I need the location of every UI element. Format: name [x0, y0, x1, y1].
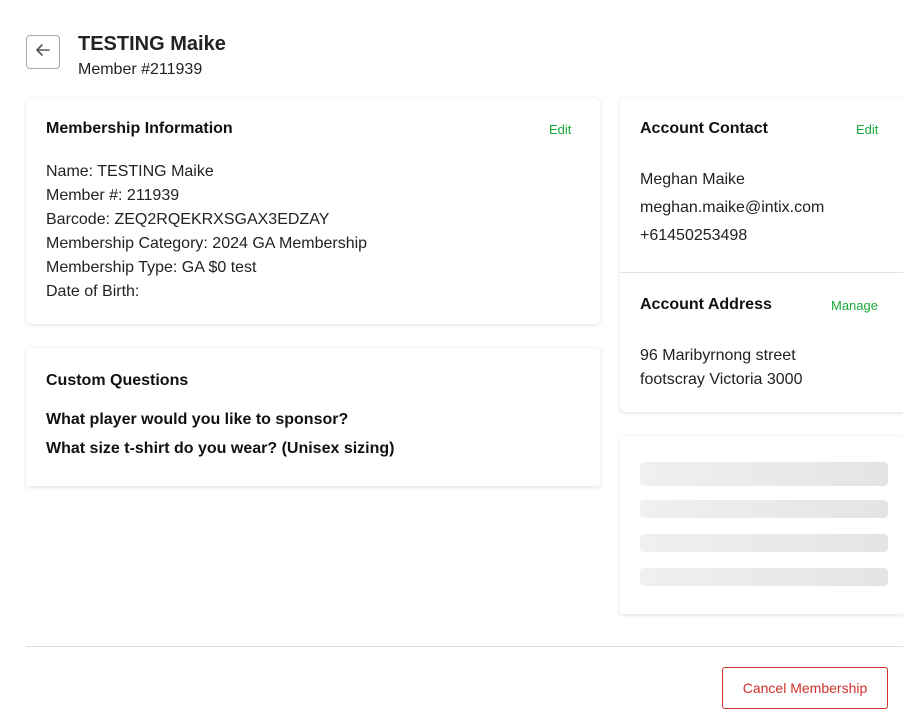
- loading-skeleton-card: [620, 436, 903, 614]
- date-of-birth-line: Date of Birth:: [46, 283, 140, 300]
- membership-information-card: Membership Information Edit Name: TESTIN…: [26, 98, 600, 324]
- member-detail-page: TESTING Maike Member #211939 Membership …: [0, 0, 903, 724]
- account-card: Account Contact Edit Meghan Maike meghan…: [620, 98, 903, 412]
- address-line-1: 96 Maribyrnong street: [640, 347, 796, 364]
- contact-email: meghan.maike@intix.com: [640, 199, 825, 216]
- cancel-membership-button[interactable]: Cancel Membership: [722, 667, 888, 709]
- arrow-left-icon: [34, 41, 52, 64]
- contact-phone: +61450253498: [640, 227, 748, 244]
- account-contact-title: Account Contact: [640, 120, 768, 137]
- question-sponsor-player: What player would you like to sponsor?: [46, 411, 349, 428]
- membership-information-title: Membership Information: [46, 120, 233, 137]
- skeleton-bar: [640, 568, 888, 586]
- account-section-divider: [620, 272, 903, 273]
- back-button[interactable]: [26, 35, 60, 69]
- address-line-2: footscray Victoria 3000: [640, 371, 803, 388]
- account-address-title: Account Address: [640, 296, 772, 313]
- contact-name: Meghan Maike: [640, 171, 745, 188]
- custom-questions-title: Custom Questions: [46, 372, 189, 389]
- skeleton-bar: [640, 534, 888, 552]
- page-title: TESTING Maike: [78, 33, 226, 55]
- skeleton-bar: [640, 500, 888, 518]
- member-name-line: Name: TESTING Maike: [46, 163, 214, 180]
- member-number-line: Member #: 211939: [46, 187, 180, 204]
- edit-membership-link[interactable]: Edit: [549, 122, 571, 138]
- membership-category-line: Membership Category: 2024 GA Membership: [46, 235, 368, 252]
- edit-contact-link[interactable]: Edit: [856, 122, 878, 138]
- account-address-details: 96 Maribyrnong street footscray Victoria…: [640, 344, 802, 392]
- footer-divider: [26, 646, 903, 647]
- skeleton-bar: [640, 462, 888, 486]
- membership-details: Name: TESTING Maike Member #: 211939 Bar…: [46, 160, 367, 304]
- barcode-line: Barcode: ZEQ2RQEKRXSGAX3EDZAY: [46, 211, 330, 228]
- question-tshirt-size: What size t-shirt do you wear? (Unisex s…: [46, 440, 395, 457]
- membership-type-line: Membership Type: GA $0 test: [46, 259, 257, 276]
- account-contact-details: Meghan Maike meghan.maike@intix.com +614…: [640, 166, 824, 250]
- custom-questions-card: Custom Questions What player would you l…: [26, 348, 600, 486]
- manage-address-link[interactable]: Manage: [831, 298, 878, 314]
- member-number-subtitle: Member #211939: [78, 61, 203, 78]
